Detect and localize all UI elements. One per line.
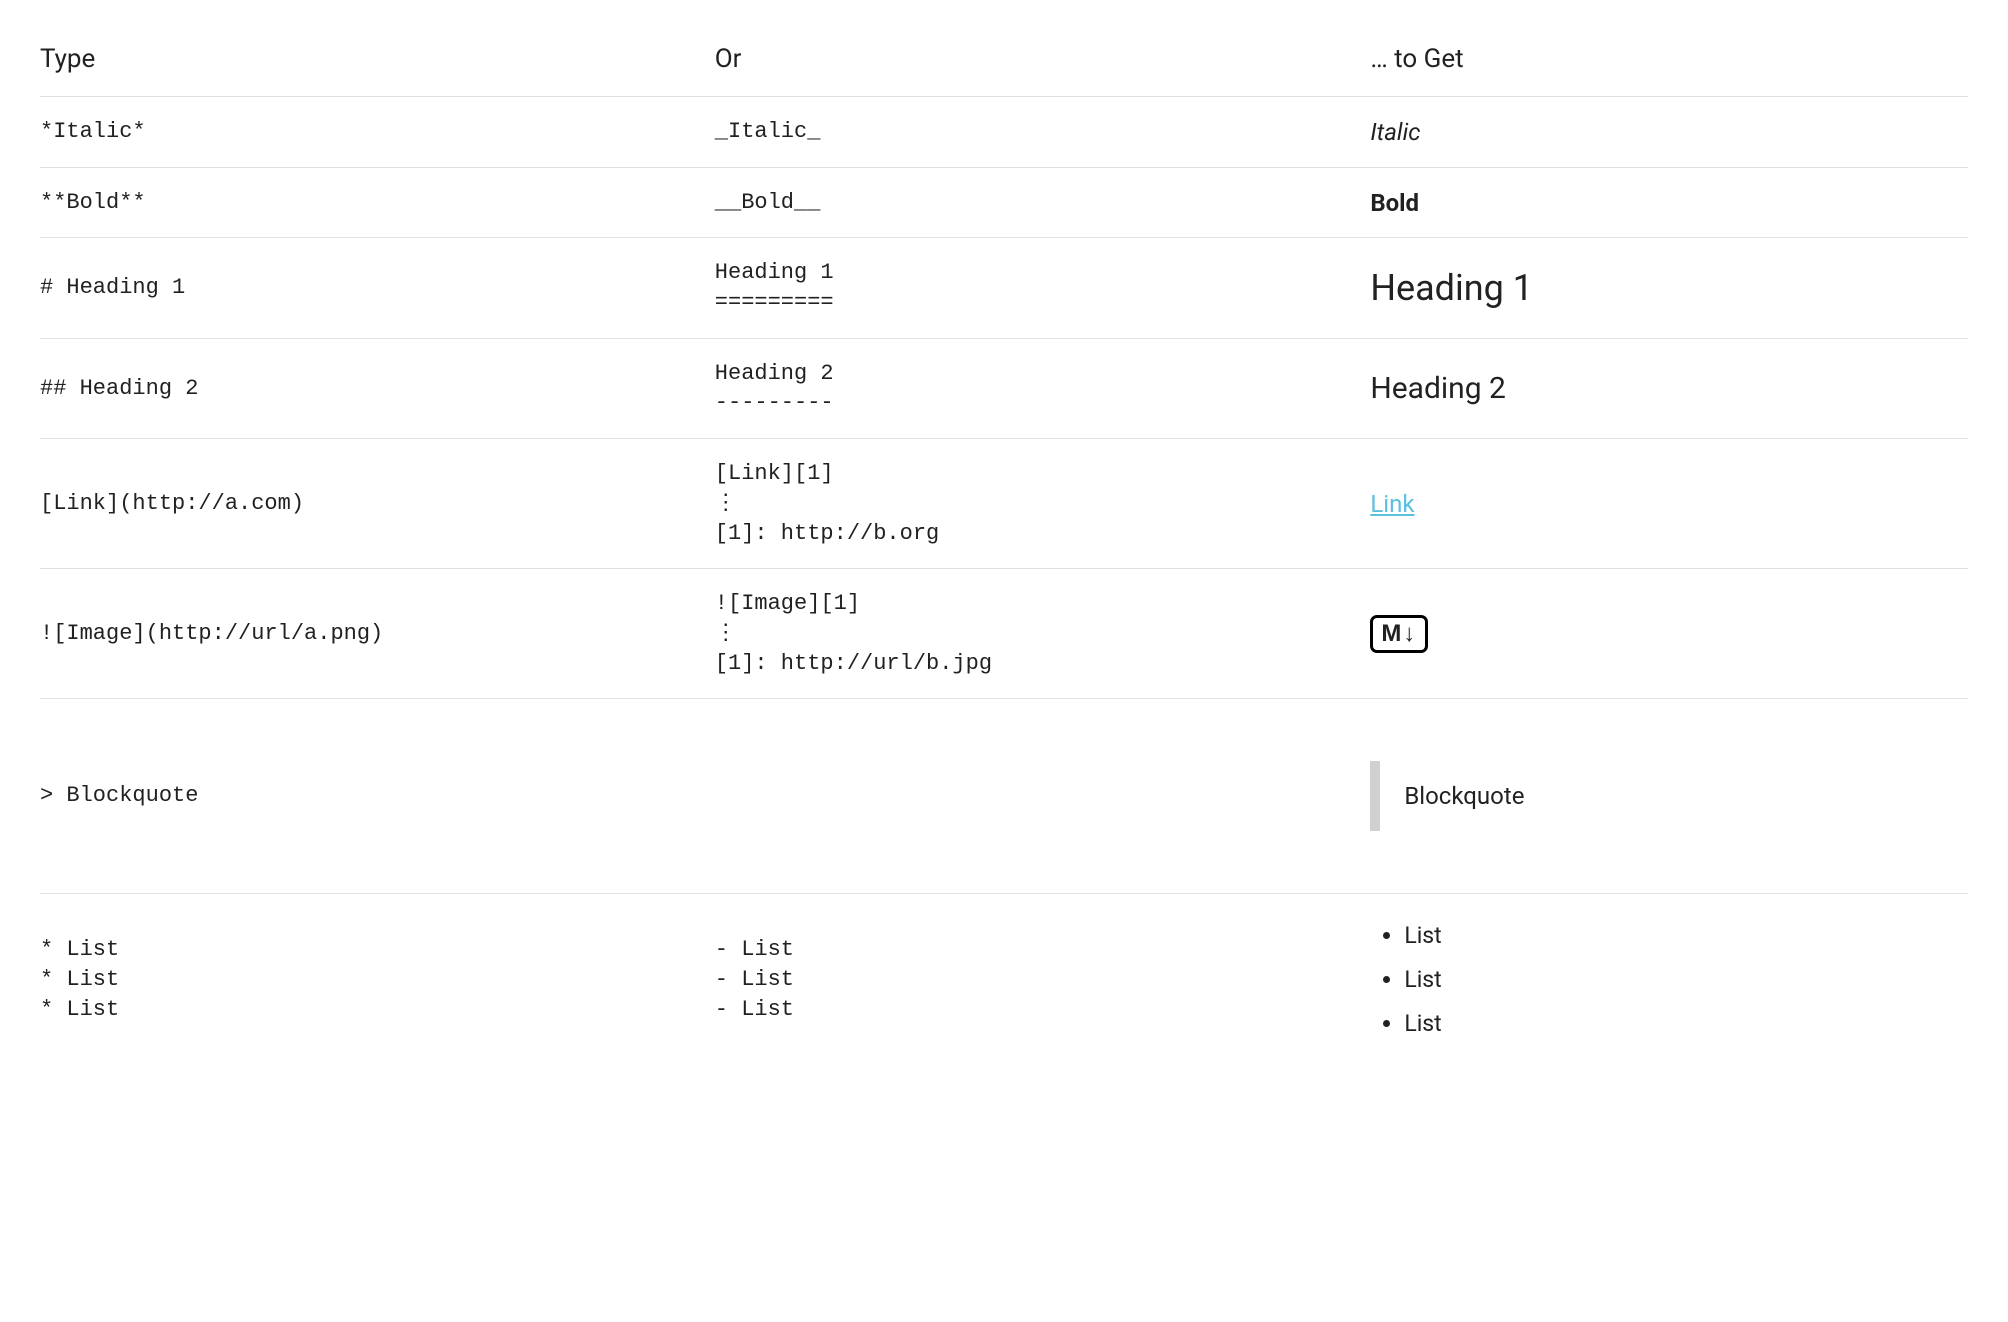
syntax-or: _Italic_ <box>715 97 1371 168</box>
blockquote-text: Blockquote <box>1404 782 1524 810</box>
table-row-italic: *Italic* _Italic_ Italic <box>40 97 1968 168</box>
table-row-bold: **Bold** __Bold__ Bold <box>40 167 1968 238</box>
table-row-list: * List * List * List - List - List - Lis… <box>40 894 1968 1066</box>
table-row-h1: # Heading 1 Heading 1 ========= Heading … <box>40 238 1968 338</box>
syntax-or-empty <box>715 699 1371 894</box>
rendered-list: List List List <box>1370 914 1968 1045</box>
table-row-image: ![Image](http://url/a.png) ![Image][1] ⋮… <box>40 569 1968 699</box>
list-item: List <box>1404 914 1968 958</box>
markdown-reference-table: Type Or … to Get *Italic* _Italic_ Itali… <box>40 30 1968 1065</box>
syntax-type: ![Image](http://url/a.png) <box>40 569 715 699</box>
list-item: List <box>1404 1002 1968 1046</box>
syntax-type: # Heading 1 <box>40 238 715 338</box>
col-header-or: Or <box>715 30 1371 97</box>
syntax-type: [Link](http://a.com) <box>40 439 715 569</box>
rendered-h1: Heading 1 <box>1370 238 1968 338</box>
table-row-h2: ## Heading 2 Heading 2 --------- Heading… <box>40 338 1968 438</box>
syntax-type: * List * List * List <box>40 894 715 1066</box>
rendered-italic: Italic <box>1370 97 1968 168</box>
rendered-h2: Heading 2 <box>1370 338 1968 438</box>
table-row-link: [Link](http://a.com) [Link][1] ⋮ [1]: ht… <box>40 439 1968 569</box>
syntax-or: Heading 2 --------- <box>715 338 1371 438</box>
col-header-to-get: … to Get <box>1370 30 1968 97</box>
rendered-blockquote: Blockquote <box>1370 761 1968 831</box>
blockquote-bar-icon <box>1370 761 1380 831</box>
list-item: List <box>1404 958 1968 1002</box>
syntax-or: - List - List - List <box>715 894 1371 1066</box>
markdown-logo-icon: M↓ <box>1370 615 1428 653</box>
syntax-type: > Blockquote <box>40 699 715 894</box>
rendered-link[interactable]: Link <box>1370 490 1414 518</box>
syntax-type: **Bold** <box>40 167 715 238</box>
syntax-or: ![Image][1] ⋮ [1]: http://url/b.jpg <box>715 569 1371 699</box>
syntax-or: Heading 1 ========= <box>715 238 1371 338</box>
rendered-bold: Bold <box>1370 167 1968 238</box>
syntax-or: [Link][1] ⋮ [1]: http://b.org <box>715 439 1371 569</box>
col-header-type: Type <box>40 30 715 97</box>
syntax-or: __Bold__ <box>715 167 1371 238</box>
syntax-type: ## Heading 2 <box>40 338 715 438</box>
table-row-blockquote: > Blockquote Blockquote <box>40 699 1968 894</box>
syntax-type: *Italic* <box>40 97 715 168</box>
